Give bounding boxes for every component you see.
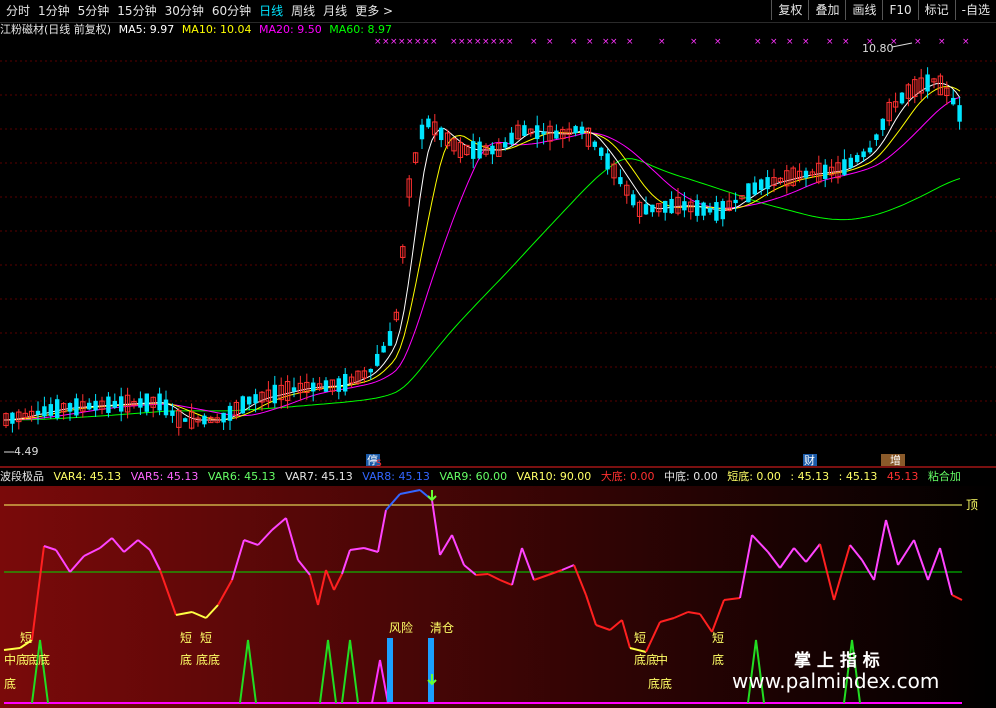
di-label: 底	[4, 676, 16, 691]
zhongdi-label: 中底	[4, 652, 28, 667]
var6-value: VAR6: 45.13	[207, 470, 276, 483]
zhongdi-value: 中底: 0.00	[664, 470, 718, 483]
didi-label: 底底	[196, 652, 220, 667]
duan-label: 短	[634, 631, 646, 645]
duan-label: 短	[20, 631, 32, 645]
di-label: 底	[180, 652, 192, 667]
risk-bar	[387, 638, 393, 702]
didi-label: 底底	[634, 652, 658, 667]
var7-value: VAR7: 45.13	[285, 470, 353, 483]
duan-label: 短	[180, 631, 192, 645]
watermark-title: 掌 上 指 标	[794, 650, 880, 671]
duan-label: 短	[200, 631, 212, 645]
zhong-label: 中	[656, 652, 668, 667]
indicator-legend: 波段极品 VAR4: 45.13 VAR5: 45.13 VAR6: 45.13…	[0, 469, 996, 485]
var5-value: VAR5: 45.13	[130, 470, 199, 483]
var10-value: VAR10: 90.00	[516, 470, 592, 483]
risk-label: 风险	[389, 620, 413, 635]
dadi-value: 大底: 0.00	[600, 470, 655, 483]
var4-value: VAR4: 45.13	[53, 470, 122, 483]
value-1: : 45.13	[790, 470, 830, 483]
clear-bar	[428, 638, 434, 702]
di-label: 底	[712, 652, 724, 667]
glue-label: 粘合加	[927, 470, 961, 483]
indicator-name: 波段极品	[0, 470, 44, 483]
didi-label: 底底	[648, 676, 672, 691]
var8-value: VAR8: 45.13	[362, 470, 430, 483]
clear-label: 清仓	[430, 621, 454, 635]
oscillator-segment	[475, 573, 489, 576]
indicator-chart[interactable]: 顶 风险 清仓 短 中底 底底 底 短 短 底 底底 短 底底 中 底底 短 底…	[0, 0, 996, 708]
watermark-url: www.palmindex.com	[732, 669, 939, 693]
var9-value: VAR9: 60.00	[439, 470, 508, 483]
duandi-value: 短底: 0.00	[727, 470, 781, 483]
top-label: 顶	[966, 498, 978, 512]
value-3: 45.13	[886, 470, 919, 483]
didi-label: 底底	[26, 652, 50, 667]
value-2: : 45.13	[838, 470, 878, 483]
duan-label: 短	[712, 631, 724, 645]
